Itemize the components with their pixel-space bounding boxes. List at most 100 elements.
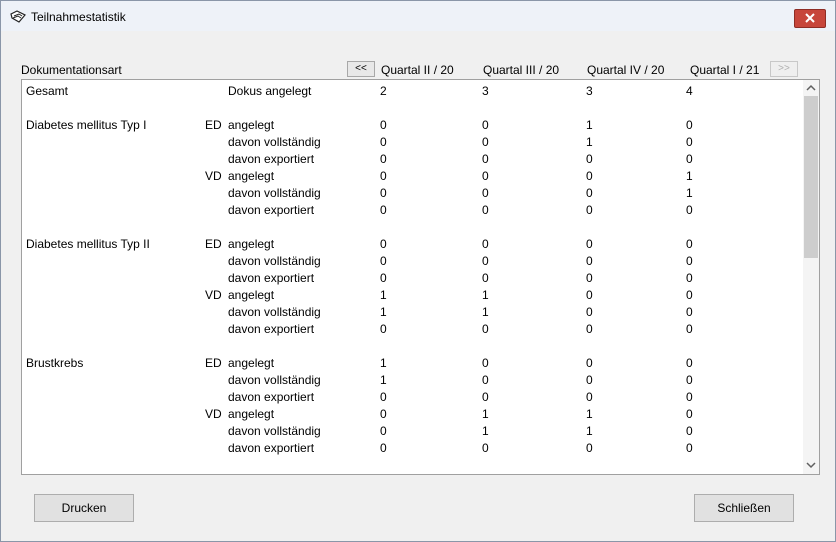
row-value: 1 bbox=[380, 305, 387, 319]
statistics-list[interactable]: Gesamt Dokus angelegt 2 3 3 4 Diabetes mellitu… bbox=[21, 79, 820, 475]
row-value: 0 bbox=[380, 135, 387, 149]
row-value: 1 bbox=[380, 373, 387, 387]
row-value: 0 bbox=[380, 322, 387, 336]
row-value: 0 bbox=[586, 237, 593, 251]
row-value: 0 bbox=[482, 237, 489, 251]
row-label: davon vollständig bbox=[228, 424, 321, 438]
row-doc-type: ED bbox=[205, 356, 222, 370]
row-value: 0 bbox=[380, 254, 387, 268]
quarter-header: Quartal I / 21 bbox=[690, 63, 760, 77]
row-value: 0 bbox=[686, 254, 693, 268]
row-value: 0 bbox=[686, 271, 693, 285]
row-value: 0 bbox=[482, 441, 489, 455]
row-label: davon vollständig bbox=[228, 186, 321, 200]
row-label: Dokus angelegt bbox=[228, 84, 312, 98]
row-value: 0 bbox=[380, 424, 387, 438]
row-label: davon vollständig bbox=[228, 305, 321, 319]
row-value: 0 bbox=[686, 373, 693, 387]
vertical-scrollbar[interactable] bbox=[803, 80, 819, 474]
row-group-label: Diabetes mellitus Typ I bbox=[26, 118, 147, 132]
row-value: 0 bbox=[380, 186, 387, 200]
row-value: 4 bbox=[686, 84, 693, 98]
print-button[interactable]: Drucken bbox=[34, 494, 134, 522]
row-label: davon exportiert bbox=[228, 152, 315, 166]
row-value: 3 bbox=[482, 84, 489, 98]
row-value: 1 bbox=[380, 288, 387, 302]
row-value: 0 bbox=[380, 203, 387, 217]
row-label: angelegt bbox=[228, 407, 275, 421]
row-value: 0 bbox=[586, 152, 593, 166]
row-doc-type: ED bbox=[205, 237, 222, 251]
row-label: davon exportiert bbox=[228, 203, 315, 217]
row-label: davon exportiert bbox=[228, 322, 315, 336]
title-bar[interactable]: Teilnahmestatistik bbox=[1, 1, 835, 31]
row-value: 1 bbox=[482, 305, 489, 319]
close-icon bbox=[805, 13, 815, 23]
row-label: davon exportiert bbox=[228, 271, 315, 285]
prev-quarter-button[interactable]: << bbox=[347, 61, 375, 77]
row-label: davon exportiert bbox=[228, 441, 315, 455]
row-value: 0 bbox=[482, 271, 489, 285]
row-value: 0 bbox=[686, 424, 693, 438]
row-value: 0 bbox=[482, 390, 489, 404]
row-group-label: Brustkrebs bbox=[26, 356, 84, 370]
close-window-button[interactable] bbox=[794, 9, 826, 28]
row-value: 1 bbox=[586, 407, 593, 421]
close-button[interactable]: Schließen bbox=[694, 494, 794, 522]
row-value: 0 bbox=[380, 169, 387, 183]
row-value: 0 bbox=[586, 271, 593, 285]
row-value: 0 bbox=[380, 271, 387, 285]
row-label: davon exportiert bbox=[228, 390, 315, 404]
row-value: 0 bbox=[482, 203, 489, 217]
row-value: 0 bbox=[686, 407, 693, 421]
row-value: 0 bbox=[686, 305, 693, 319]
row-doc-type: VD bbox=[205, 407, 222, 421]
row-value: 0 bbox=[482, 169, 489, 183]
window-title: Teilnahmestatistik bbox=[31, 10, 126, 24]
scroll-up-icon[interactable] bbox=[806, 83, 816, 93]
row-label: angelegt bbox=[228, 169, 275, 183]
row-value: 1 bbox=[586, 118, 593, 132]
row-value: 0 bbox=[380, 152, 387, 166]
row-value: 1 bbox=[686, 186, 693, 200]
row-value: 1 bbox=[482, 424, 489, 438]
row-value: 0 bbox=[686, 441, 693, 455]
row-value: 0 bbox=[686, 237, 693, 251]
row-value: 0 bbox=[482, 152, 489, 166]
row-value: 0 bbox=[586, 203, 593, 217]
row-value: 0 bbox=[482, 322, 489, 336]
scroll-down-icon[interactable] bbox=[806, 460, 816, 470]
row-value: 0 bbox=[380, 237, 387, 251]
row-value: 0 bbox=[586, 254, 593, 268]
row-value: 0 bbox=[586, 186, 593, 200]
statistics-window: Teilnahmestatistik Dokumentationsart << … bbox=[0, 0, 836, 542]
row-label: davon vollständig bbox=[228, 254, 321, 268]
row-label: angelegt bbox=[228, 118, 275, 132]
row-doc-type: VD bbox=[205, 169, 222, 183]
row-value: 0 bbox=[586, 356, 593, 370]
row-doc-type: VD bbox=[205, 288, 222, 302]
row-label: angelegt bbox=[228, 356, 275, 370]
row-value: 0 bbox=[482, 356, 489, 370]
row-value: 0 bbox=[586, 441, 593, 455]
row-group-label: Diabetes mellitus Typ II bbox=[26, 237, 150, 251]
row-value: 0 bbox=[482, 254, 489, 268]
row-value: 0 bbox=[686, 288, 693, 302]
row-value: 1 bbox=[586, 424, 593, 438]
row-value: 0 bbox=[586, 305, 593, 319]
row-value: 0 bbox=[586, 288, 593, 302]
next-quarter-button[interactable]: >> bbox=[770, 61, 798, 77]
row-label: davon vollständig bbox=[228, 373, 321, 387]
column-header-doc-type: Dokumentationsart bbox=[21, 63, 122, 77]
row-value: 0 bbox=[482, 118, 489, 132]
quarter-header: Quartal IV / 20 bbox=[587, 63, 665, 77]
row-value: 0 bbox=[586, 373, 593, 387]
row-value: 0 bbox=[482, 186, 489, 200]
row-value: 0 bbox=[686, 390, 693, 404]
row-value: 0 bbox=[482, 135, 489, 149]
row-value: 1 bbox=[686, 169, 693, 183]
scroll-thumb[interactable] bbox=[804, 96, 818, 258]
row-doc-type: ED bbox=[205, 118, 222, 132]
row-value: 1 bbox=[482, 288, 489, 302]
row-value: 0 bbox=[482, 373, 489, 387]
